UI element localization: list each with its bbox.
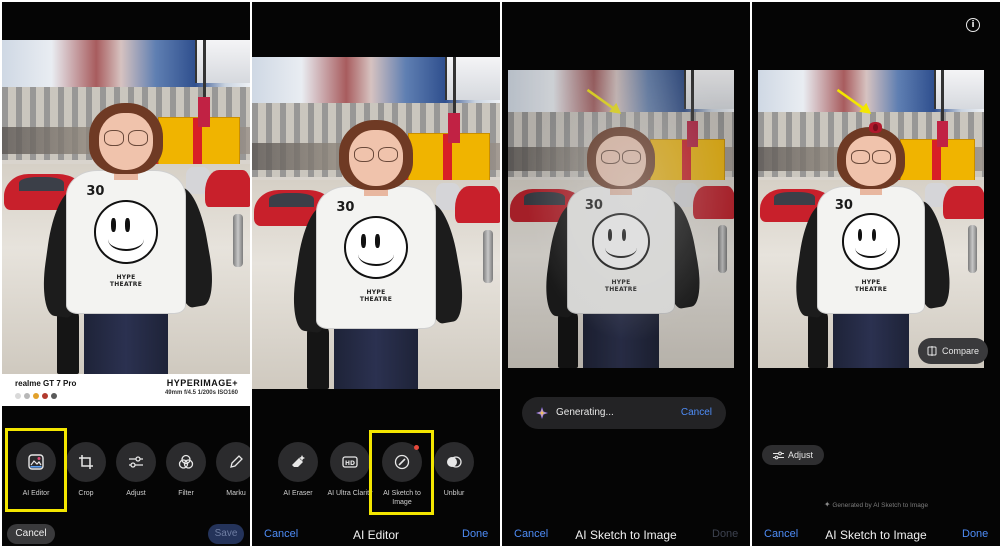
hd-icon: HD — [342, 456, 358, 468]
compare-icon — [927, 346, 937, 356]
filter-icon — [178, 454, 194, 469]
watermark-color-dots — [15, 393, 57, 399]
tool-unblur[interactable]: Unblur — [426, 442, 482, 498]
tool-filter[interactable]: Filter — [158, 442, 214, 498]
svg-text:HD: HD — [345, 460, 355, 467]
photo-preview: 30 HYPE THEATRE — [252, 57, 500, 389]
eraser-icon — [292, 455, 305, 467]
sparkle-icon — [536, 407, 548, 419]
color-dot — [24, 393, 30, 399]
sliders-icon — [129, 456, 143, 468]
arrow-annotation-icon — [836, 88, 872, 114]
generating-text: Generating... — [556, 407, 614, 418]
panel-generating: 30 HYPE THEATRE Generating... Cancel Cance… — [502, 2, 750, 546]
done-button[interactable]: Done — [712, 528, 738, 540]
highlight-box — [369, 430, 434, 515]
compare-button[interactable]: Compare — [918, 338, 988, 364]
unblur-icon — [447, 456, 462, 468]
tool-markup[interactable]: Marku — [208, 442, 250, 498]
ai-generated-text: Generated by AI Sketch to Image — [832, 502, 929, 509]
done-button[interactable]: Done — [962, 528, 988, 540]
panel-result: i 30 HYPE THEATRE Compare Adjust ✦ Generat… — [752, 2, 1000, 546]
tool-label: Unblur — [443, 490, 465, 497]
arrow-annotation-icon — [586, 88, 622, 114]
photo-preview: 30 HYPE THEATRE — [758, 70, 984, 368]
watermark-params: 49mm f/4.5 1/200s ISO160 — [164, 390, 238, 396]
photo-preview: 30 HYPE THEATRE — [2, 40, 250, 374]
tool-label: Marku — [226, 490, 246, 497]
info-icon[interactable]: i — [966, 18, 980, 32]
tool-ai-eraser[interactable]: AI Eraser — [270, 442, 326, 498]
ai-sparkle-icon: ✦ — [823, 500, 831, 509]
color-dot — [42, 393, 48, 399]
generated-bow — [868, 122, 883, 133]
adjust-button[interactable]: Adjust — [762, 445, 824, 465]
cancel-button[interactable]: Cancel — [7, 524, 55, 544]
color-dot — [33, 393, 39, 399]
camera-watermark: realme GT 7 Pro HYPERIMAGE+ 49mm f/4.5 1… — [2, 374, 250, 406]
adjust-label: Adjust — [787, 450, 813, 460]
save-button[interactable]: Save — [208, 524, 244, 544]
highlight-box — [5, 428, 67, 512]
panel-photo-editor: 30 HYPE THEATRE realme GT 7 Pro HYPERIMAGE… — [2, 2, 250, 546]
panel-ai-editor: 30 HYPE THEATRE AI Eraser HD AI Ultra Clar… — [252, 2, 500, 546]
photo-preview: 30 HYPE THEATRE — [508, 70, 734, 368]
color-dot — [15, 393, 21, 399]
done-button[interactable]: Done — [462, 528, 488, 540]
crop-icon — [79, 455, 93, 469]
tool-label: Filter — [178, 490, 194, 497]
watermark-brand: HYPERIMAGE+ — [166, 378, 238, 388]
generating-cancel-button[interactable]: Cancel — [681, 407, 712, 418]
generating-status: Generating... Cancel — [522, 397, 726, 429]
tool-label: AI Eraser — [283, 490, 313, 497]
compare-label: Compare — [941, 346, 979, 356]
ai-generated-note: ✦ Generated by AI Sketch to Image — [752, 500, 1000, 509]
screenshot-strip: 30 HYPE THEATRE realme GT 7 Pro HYPERIMAGE… — [0, 0, 1000, 548]
sliders-icon — [772, 451, 784, 459]
tool-adjust[interactable]: Adjust — [108, 442, 164, 498]
watermark-model: realme GT 7 Pro — [15, 379, 77, 388]
color-dot — [51, 393, 57, 399]
tool-label: Adjust — [126, 490, 146, 497]
pen-icon — [230, 455, 243, 468]
